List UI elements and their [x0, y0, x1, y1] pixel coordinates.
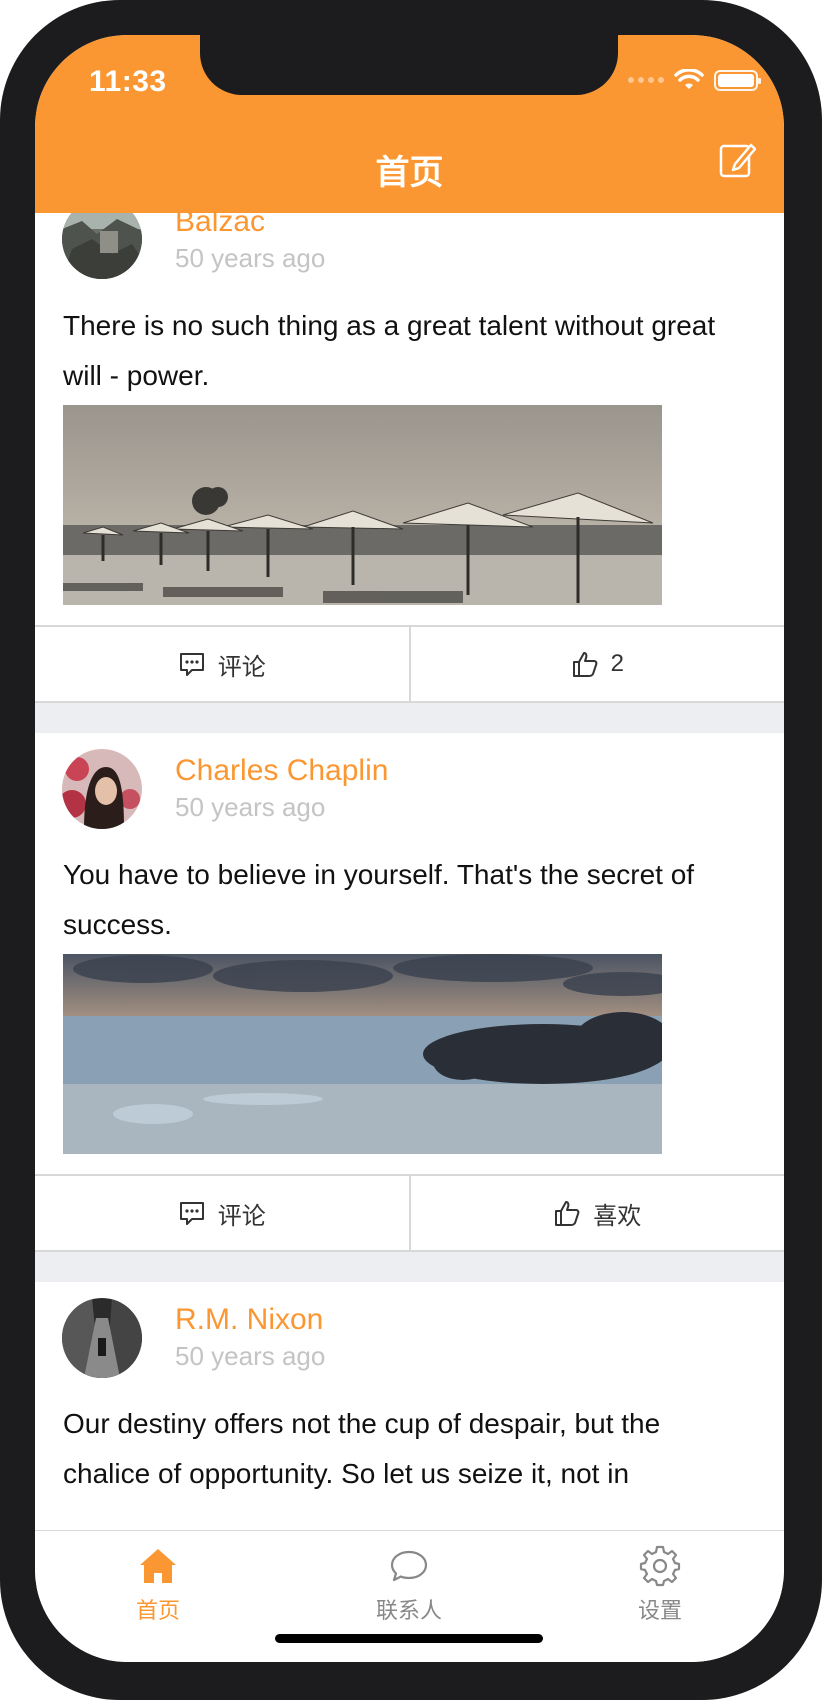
- comment-label: 评论: [217, 653, 266, 681]
- author-name[interactable]: Balzac: [175, 213, 265, 239]
- post-time: 50 years ago: [175, 243, 326, 273]
- compose-icon: [719, 143, 757, 178]
- like-count: 2: [610, 650, 624, 677]
- post-actions: 评论 2: [35, 625, 784, 703]
- status-icons: [628, 69, 761, 91]
- post-text: Our destiny offers not the cup of despai…: [63, 1408, 661, 1489]
- gear-icon: [639, 1545, 681, 1587]
- post-card: Charles Chaplin 50 years ago You have to…: [35, 733, 784, 1252]
- compose-button[interactable]: [718, 139, 758, 179]
- tab-home[interactable]: 首页: [78, 1545, 238, 1625]
- author-name[interactable]: Charles Chaplin: [175, 754, 388, 788]
- screen: 11:33 首页 Balzac 50 years ago There is no…: [35, 35, 784, 1662]
- author-name[interactable]: R.M. Nixon: [175, 1303, 323, 1337]
- wifi-icon: [674, 69, 704, 89]
- home-indicator: [275, 1634, 543, 1643]
- post-header: R.M. Nixon 50 years ago: [35, 1297, 784, 1381]
- signal-icon: [628, 77, 664, 83]
- post-actions: 评论 喜欢: [35, 1174, 784, 1252]
- post-image[interactable]: [63, 954, 662, 1154]
- comment-icon: [179, 1202, 204, 1225]
- status-time: 11:33: [89, 65, 167, 98]
- chat-bubble-icon: [390, 1550, 428, 1582]
- avatar[interactable]: [62, 1298, 142, 1378]
- thumbs-up-icon: [555, 1201, 580, 1226]
- avatar[interactable]: [62, 213, 142, 279]
- battery-icon: [714, 69, 761, 91]
- thumbs-up-icon: [572, 652, 597, 677]
- comment-icon: [179, 653, 204, 676]
- tab-label: 首页: [135, 1598, 180, 1623]
- comment-button[interactable]: 评论: [35, 627, 409, 701]
- like-button[interactable]: 2: [408, 627, 785, 701]
- tab-label: 联系人: [375, 1598, 442, 1623]
- post-header: Charles Chaplin 50 years ago: [35, 748, 784, 832]
- post-card: R.M. Nixon 50 years ago Our destiny offe…: [35, 1282, 784, 1530]
- post-text: You have to believe in yourself. That's …: [63, 859, 695, 940]
- navigation-bar: 11:33 首页: [35, 35, 784, 213]
- post-text: There is no such thing as a great talent…: [63, 310, 716, 391]
- page-title: 首页: [375, 154, 444, 192]
- tab-contacts[interactable]: 联系人: [329, 1545, 489, 1625]
- like-label: 喜欢: [593, 1202, 642, 1230]
- post-time: 50 years ago: [175, 792, 326, 822]
- avatar[interactable]: [62, 749, 142, 829]
- tab-label: 设置: [637, 1598, 682, 1623]
- like-button[interactable]: 喜欢: [408, 1176, 785, 1250]
- post-image[interactable]: [63, 405, 662, 605]
- device: 11:33 首页 Balzac 50 years ago There is no…: [0, 0, 822, 1700]
- post-time: 50 years ago: [175, 1341, 326, 1371]
- feed-list[interactable]: Balzac 50 years ago There is no such thi…: [35, 213, 784, 1530]
- post-card: Balzac 50 years ago There is no such thi…: [35, 213, 784, 703]
- comment-button[interactable]: 评论: [35, 1176, 409, 1250]
- notch: [200, 35, 618, 95]
- tab-settings[interactable]: 设置: [580, 1545, 740, 1625]
- comment-label: 评论: [217, 1202, 266, 1230]
- home-icon: [140, 1549, 176, 1583]
- post-header: Balzac 50 years ago: [35, 213, 784, 297]
